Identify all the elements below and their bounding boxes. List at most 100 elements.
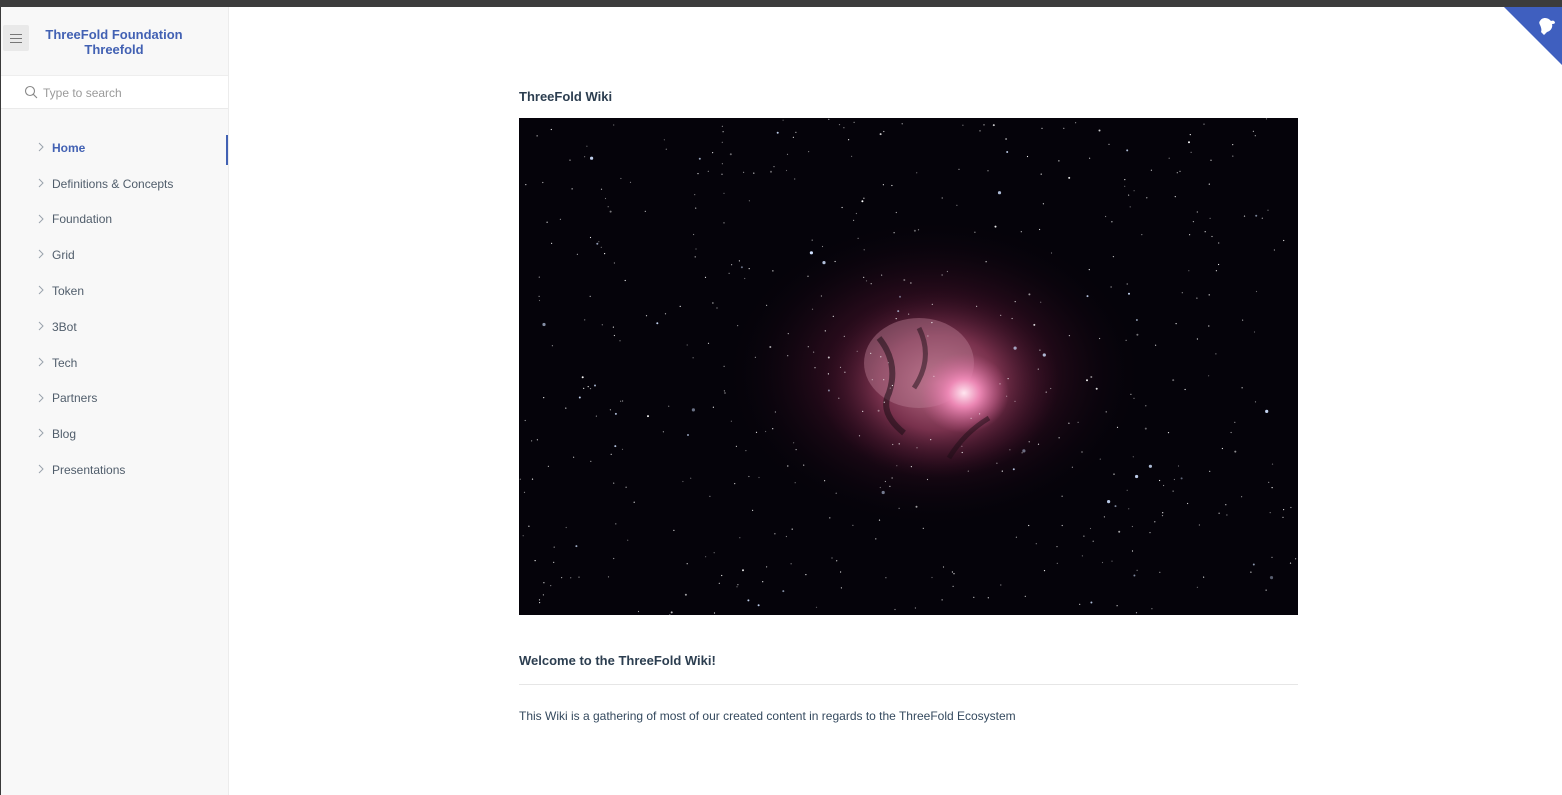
sidebar-item-home[interactable]: Home bbox=[1, 130, 228, 166]
sidebar-item-definitions-concepts[interactable]: Definitions & Concepts bbox=[1, 166, 228, 202]
star bbox=[983, 124, 985, 126]
star bbox=[1114, 505, 1117, 508]
star bbox=[712, 152, 714, 154]
sidebar: ThreeFold Foundation Threefold Home Defin… bbox=[1, 7, 229, 795]
star bbox=[1111, 560, 1113, 562]
star bbox=[697, 173, 699, 175]
star bbox=[1130, 393, 1132, 395]
search-icon bbox=[24, 85, 38, 99]
star bbox=[691, 408, 695, 412]
star bbox=[903, 279, 906, 281]
sidebar-item-partners[interactable]: Partners bbox=[1, 381, 228, 417]
sidebar-item-foundation[interactable]: Foundation bbox=[1, 202, 228, 238]
star bbox=[1141, 234, 1143, 236]
star bbox=[973, 596, 975, 598]
star bbox=[857, 237, 859, 239]
star bbox=[851, 155, 853, 157]
star bbox=[1252, 130, 1254, 132]
star bbox=[1189, 234, 1191, 236]
star bbox=[1269, 512, 1271, 514]
star bbox=[538, 299, 541, 302]
star bbox=[979, 130, 981, 132]
star bbox=[766, 304, 768, 306]
star bbox=[891, 184, 893, 187]
star bbox=[737, 325, 739, 327]
star bbox=[721, 125, 723, 127]
sidebar-item-tech[interactable]: Tech bbox=[1, 345, 228, 381]
chevron-right-icon bbox=[38, 214, 44, 223]
star bbox=[647, 415, 649, 418]
star bbox=[1000, 584, 1002, 586]
star bbox=[961, 445, 963, 447]
sidebar-item-3bot[interactable]: 3Bot bbox=[1, 309, 228, 345]
star bbox=[744, 277, 746, 280]
menu-toggle-button[interactable] bbox=[3, 25, 29, 51]
star bbox=[728, 272, 730, 274]
star bbox=[840, 571, 842, 573]
star bbox=[595, 415, 597, 417]
star bbox=[1188, 270, 1190, 272]
app-name[interactable]: ThreeFold Foundation Threefold bbox=[31, 27, 197, 57]
star bbox=[893, 232, 895, 234]
star bbox=[1172, 379, 1175, 382]
sidebar-item-grid[interactable]: Grid bbox=[1, 237, 228, 273]
star bbox=[581, 376, 584, 379]
star bbox=[1040, 173, 1042, 175]
star bbox=[613, 262, 615, 264]
sidebar-nav: Home Definitions & Concepts Foundation Grid… bbox=[1, 130, 228, 488]
sidebar-item-blog[interactable]: Blog bbox=[1, 416, 228, 452]
star bbox=[844, 371, 846, 373]
star bbox=[1039, 349, 1041, 351]
star bbox=[1020, 231, 1022, 233]
star bbox=[1273, 249, 1275, 251]
browser-viewport: ThreeFold Foundation Threefold Home Defin… bbox=[1, 7, 1562, 795]
star bbox=[1196, 211, 1198, 213]
star bbox=[870, 283, 872, 285]
star bbox=[522, 535, 524, 537]
star bbox=[916, 447, 918, 449]
star bbox=[536, 135, 538, 137]
star bbox=[782, 119, 784, 121]
star bbox=[835, 492, 837, 494]
star bbox=[1265, 589, 1267, 591]
star bbox=[1056, 562, 1058, 564]
star bbox=[600, 246, 602, 248]
star bbox=[542, 322, 546, 327]
github-corner-icon[interactable] bbox=[1504, 7, 1562, 65]
star bbox=[687, 434, 689, 436]
star bbox=[1007, 378, 1009, 380]
star bbox=[1086, 295, 1089, 298]
star bbox=[589, 236, 592, 239]
star bbox=[841, 206, 843, 209]
sidebar-item-label: Presentations bbox=[52, 463, 126, 478]
app-name-line2: Threefold bbox=[84, 42, 144, 57]
star bbox=[1033, 323, 1036, 326]
star bbox=[1045, 391, 1047, 393]
sidebar-item-presentations[interactable]: Presentations bbox=[1, 452, 228, 488]
star bbox=[1161, 515, 1164, 517]
star bbox=[785, 535, 787, 538]
star bbox=[839, 366, 842, 368]
star bbox=[1271, 463, 1274, 465]
star bbox=[1196, 297, 1198, 299]
star bbox=[712, 302, 714, 304]
star bbox=[707, 170, 709, 172]
search-input[interactable] bbox=[43, 83, 218, 103]
star bbox=[1026, 155, 1029, 158]
star bbox=[1265, 409, 1269, 413]
sidebar-item-token[interactable]: Token bbox=[1, 273, 228, 309]
star bbox=[795, 449, 797, 451]
star bbox=[1090, 376, 1093, 378]
star bbox=[1232, 155, 1234, 157]
star bbox=[752, 509, 754, 511]
star bbox=[1040, 301, 1042, 303]
star bbox=[627, 539, 629, 541]
star bbox=[958, 168, 960, 170]
star bbox=[1131, 550, 1134, 552]
app-name-link[interactable]: ThreeFold Foundation Threefold bbox=[45, 27, 182, 57]
star bbox=[899, 295, 901, 298]
star bbox=[538, 599, 541, 601]
star bbox=[1028, 524, 1030, 527]
star bbox=[578, 576, 580, 578]
star bbox=[1058, 437, 1060, 439]
